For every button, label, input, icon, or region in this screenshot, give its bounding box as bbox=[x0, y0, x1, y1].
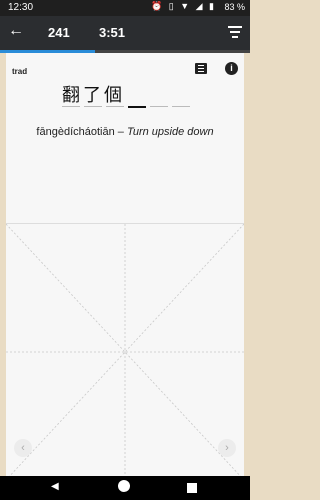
character-slot-active bbox=[128, 105, 146, 108]
character-slot bbox=[106, 106, 124, 107]
filter-icon[interactable] bbox=[228, 26, 242, 41]
pinyin-text: fāngèdícháotiān bbox=[36, 126, 115, 138]
chevron-left-icon[interactable]: ‹ bbox=[14, 439, 32, 457]
system-nav-bar: ◀ bbox=[0, 476, 250, 500]
character-slot bbox=[84, 106, 102, 107]
status-bar: 12:30 ⏰ ▯ ▼ ◢ ▮ 83 % bbox=[0, 0, 250, 16]
back-nav-icon[interactable]: ◀ bbox=[51, 481, 59, 492]
arrow-left-icon[interactable]: ← bbox=[8, 22, 24, 40]
flashcard: trad i 翻了個 fāngèdícháotiān – Turn upside… bbox=[6, 53, 244, 480]
home-nav-icon[interactable] bbox=[118, 480, 130, 492]
character-slot bbox=[62, 106, 80, 107]
separator-text: – bbox=[114, 126, 127, 138]
status-time: 12:30 bbox=[8, 2, 34, 13]
hanzi-characters: 翻了個 bbox=[62, 85, 125, 106]
study-timer: 3:51 bbox=[99, 25, 126, 40]
recents-nav-icon[interactable] bbox=[187, 483, 197, 493]
character-slots bbox=[62, 105, 192, 108]
pinyin-definition: fāngèdícháotiān – Turn upside down bbox=[6, 126, 244, 138]
character-slot bbox=[172, 106, 190, 107]
script-tag: trad bbox=[12, 67, 28, 76]
app-bar: ← 241 3:51 bbox=[0, 16, 250, 50]
character-slot bbox=[150, 106, 168, 107]
status-icons: ⏰ ▯ ▼ ◢ ▮ bbox=[151, 1, 216, 11]
chevron-right-icon[interactable]: › bbox=[218, 439, 236, 457]
writing-pad[interactable] bbox=[6, 224, 244, 480]
card-count: 241 bbox=[48, 25, 70, 40]
definition-text: Turn upside down bbox=[126, 126, 214, 138]
info-icon[interactable]: i bbox=[225, 62, 238, 75]
battery-level: 83 % bbox=[224, 2, 245, 12]
word-list-icon[interactable] bbox=[195, 63, 207, 74]
